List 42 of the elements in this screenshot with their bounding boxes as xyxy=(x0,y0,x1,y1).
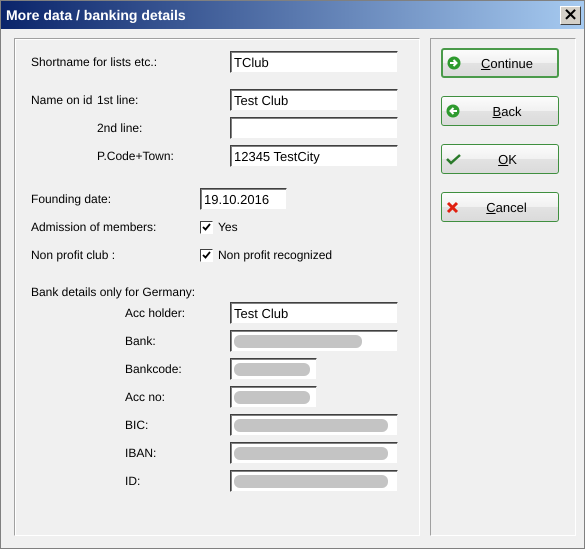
input-field[interactable] xyxy=(230,358,317,380)
field-label: Acc no: xyxy=(125,390,166,404)
field-label: Acc holder: xyxy=(125,306,186,320)
field-label: Admission of members: xyxy=(31,220,158,234)
field-label: Bankcode: xyxy=(125,362,183,376)
close-button[interactable]: × xyxy=(560,6,581,24)
input-field[interactable] xyxy=(230,442,398,464)
checkbox[interactable] xyxy=(200,220,213,234)
field-label: 2nd line: xyxy=(97,121,144,135)
window-title: More data / banking details xyxy=(6,7,186,23)
checkbox[interactable] xyxy=(200,248,213,262)
checkmark-icon xyxy=(446,153,461,165)
input-field[interactable] xyxy=(230,470,398,492)
section-heading: Bank details only for Germany: xyxy=(31,285,196,299)
field-label: Bank: xyxy=(125,334,157,348)
dialog-button[interactable]: Back xyxy=(441,96,559,126)
cancel-button[interactable]: Cancel xyxy=(441,192,559,222)
input-field[interactable] xyxy=(230,386,317,408)
input-field[interactable] xyxy=(230,414,398,436)
arrow-right-icon xyxy=(447,56,461,70)
field-label: Founding date: xyxy=(31,192,112,206)
field-label: Shortname for lists etc.: xyxy=(31,55,158,69)
field-label: Name on id xyxy=(31,93,92,107)
input-field[interactable]: Test Club xyxy=(230,302,398,324)
arrow-left-icon xyxy=(446,104,460,118)
dialog-button[interactable]: Continue xyxy=(441,48,559,78)
input-field[interactable] xyxy=(230,117,398,139)
input-field[interactable]: TClub xyxy=(230,51,398,73)
field-label: P.Code+Town: xyxy=(97,149,175,163)
input-field[interactable]: 12345 TestCity xyxy=(230,145,398,167)
checkbox-label: Non profit recognized xyxy=(218,248,332,262)
input-field[interactable] xyxy=(230,330,398,352)
field-label: IBAN: xyxy=(125,446,158,460)
checkbox-label: Yes xyxy=(218,220,238,234)
input-field[interactable]: Test Club xyxy=(230,89,398,111)
dialog-button[interactable]: OK xyxy=(441,144,559,174)
field-label: BIC: xyxy=(125,418,150,432)
date-field[interactable]: 19.10.2016 xyxy=(200,188,287,210)
field-label: ID: xyxy=(125,474,142,488)
field-label: 1st line: xyxy=(97,93,140,107)
cross-icon xyxy=(446,200,459,214)
field-label: Non profit club : xyxy=(31,248,116,262)
